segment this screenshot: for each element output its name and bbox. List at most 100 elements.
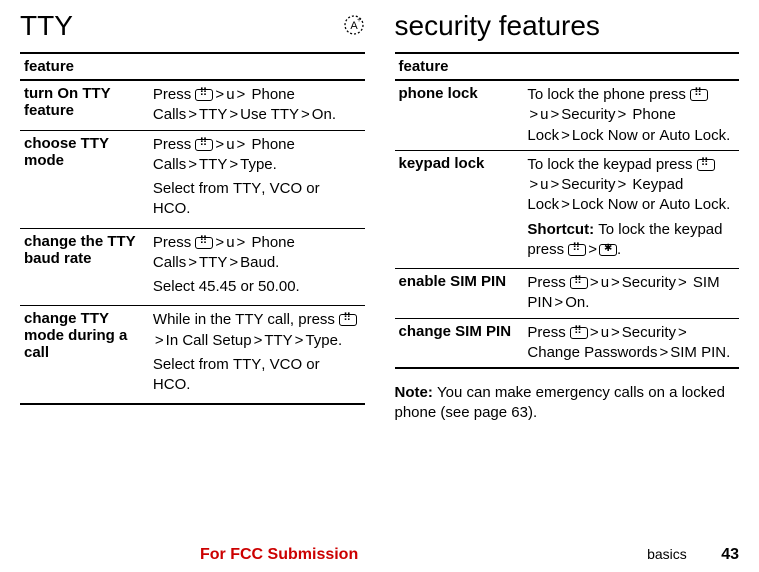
- security-heading: security features: [395, 10, 740, 42]
- menu-path: TTY: [264, 332, 292, 349]
- note-label: Note:: [395, 384, 438, 401]
- row-label: turn On TTY feature: [20, 80, 151, 130]
- row-label: change TTY mode during a call: [20, 306, 151, 405]
- menu-path: Security: [622, 274, 676, 291]
- menu-path: Change Passwords: [527, 344, 657, 361]
- page-number: 43: [721, 546, 739, 563]
- text: Press: [527, 274, 570, 291]
- chevron-right-icon: >: [186, 156, 199, 173]
- chevron-right-icon: >: [235, 234, 248, 251]
- chevron-right-icon: >: [609, 274, 622, 291]
- settings-u-icon: u: [540, 176, 548, 193]
- chevron-right-icon: >: [213, 136, 226, 153]
- chevron-right-icon: >: [186, 254, 199, 271]
- security-table: feature phone lock To lock the phone pre…: [395, 52, 740, 369]
- chevron-right-icon: >: [588, 274, 601, 291]
- chevron-right-icon: >: [588, 324, 601, 341]
- chevron-right-icon: >: [293, 332, 306, 349]
- row-label: keypad lock: [395, 150, 526, 268]
- tty-heading: TTY: [20, 10, 73, 42]
- chevron-right-icon: >: [559, 196, 572, 213]
- chevron-right-icon: >: [186, 106, 199, 123]
- chevron-right-icon: >: [527, 176, 540, 193]
- tty-table-header: feature: [20, 53, 365, 80]
- chevron-right-icon: >: [586, 241, 599, 258]
- chevron-right-icon: >: [676, 274, 689, 291]
- text: Press: [153, 234, 196, 251]
- chevron-right-icon: >: [657, 344, 670, 361]
- note-paragraph: Note: You can make emergency calls on a …: [395, 383, 740, 424]
- menu-path: Auto Lock: [659, 196, 726, 213]
- menu-path: On: [312, 106, 332, 123]
- menu-icon: [570, 277, 588, 289]
- table-row: enable SIM PIN Press >u>Security> SIM PI…: [395, 269, 740, 319]
- option: VCO: [270, 356, 303, 373]
- text: or: [638, 196, 660, 213]
- accessibility-icon: A +: [343, 14, 365, 41]
- text: or: [638, 127, 660, 144]
- table-row: choose TTY mode Press >u> Phone Calls>TT…: [20, 130, 365, 228]
- fcc-submission-text: For FCC Submission: [200, 546, 358, 564]
- svg-text:+: +: [356, 17, 360, 24]
- menu-path: Security: [561, 176, 615, 193]
- menu-path: In Call Setup: [166, 332, 252, 349]
- option: HCO: [153, 376, 186, 393]
- chevron-right-icon: >: [252, 332, 265, 349]
- chevron-right-icon: >: [235, 86, 248, 103]
- star-key-icon: [599, 244, 617, 256]
- chevron-right-icon: >: [549, 106, 562, 123]
- tty-table: feature turn On TTY feature Press >u> Ph…: [20, 52, 365, 405]
- settings-u-icon: u: [226, 234, 234, 251]
- menu-icon: [570, 327, 588, 339]
- note-text: You can make emergency calls on a locked…: [395, 384, 725, 421]
- row-desc: To lock the phone press >u>Security> Pho…: [525, 80, 739, 150]
- chevron-right-icon: >: [615, 176, 628, 193]
- chevron-right-icon: >: [235, 136, 248, 153]
- text: Press: [153, 136, 196, 153]
- text: To lock the keypad press: [527, 156, 696, 173]
- row-desc: To lock the keypad press >u>Security> Ke…: [525, 150, 739, 268]
- row-desc: Press >u>Security> SIM PIN>On.: [525, 269, 739, 319]
- table-row: change the TTY baud rate Press >u> Phone…: [20, 228, 365, 306]
- security-table-header: feature: [395, 53, 740, 80]
- menu-path: TTY: [199, 106, 227, 123]
- text: To lock the phone press: [527, 86, 690, 103]
- option: TTY: [233, 180, 261, 197]
- row-label: change SIM PIN: [395, 318, 526, 368]
- menu-path: TTY: [199, 254, 227, 271]
- page-footer: For FCC Submission basics 43: [0, 546, 759, 564]
- chevron-right-icon: >: [549, 176, 562, 193]
- menu-path: TTY: [199, 156, 227, 173]
- row-desc: Press >u> Phone Calls>TTY>Baud. Select 4…: [151, 228, 365, 306]
- row-label: enable SIM PIN: [395, 269, 526, 319]
- row-label: choose TTY mode: [20, 130, 151, 228]
- chevron-right-icon: >: [552, 294, 565, 311]
- row-desc: Press >u>Security> Change Passwords>SIM …: [525, 318, 739, 368]
- row-desc: Press >u> Phone Calls>TTY>Use TTY>On.: [151, 80, 365, 130]
- table-row: change TTY mode during a call While in t…: [20, 306, 365, 405]
- chevron-right-icon: >: [609, 324, 622, 341]
- menu-path: Lock Now: [572, 127, 638, 144]
- chevron-right-icon: >: [213, 86, 226, 103]
- menu-path: On: [565, 294, 585, 311]
- chevron-right-icon: >: [153, 332, 166, 349]
- table-row: phone lock To lock the phone press >u>Se…: [395, 80, 740, 150]
- menu-icon: [697, 159, 715, 171]
- chevron-right-icon: >: [227, 156, 240, 173]
- chevron-right-icon: >: [676, 324, 689, 341]
- menu-icon: [568, 244, 586, 256]
- chevron-right-icon: >: [213, 234, 226, 251]
- menu-path: Type: [305, 332, 338, 349]
- row-label: phone lock: [395, 80, 526, 150]
- menu-path: Security: [622, 324, 676, 341]
- menu-icon: [195, 89, 213, 101]
- text: Select from: [153, 180, 233, 197]
- settings-u-icon: u: [601, 274, 609, 291]
- chevron-right-icon: >: [227, 106, 240, 123]
- table-row: keypad lock To lock the keypad press >u>…: [395, 150, 740, 268]
- settings-u-icon: u: [226, 136, 234, 153]
- menu-path: Security: [561, 106, 615, 123]
- table-row: turn On TTY feature Press >u> Phone Call…: [20, 80, 365, 130]
- settings-u-icon: u: [540, 106, 548, 123]
- menu-path: Lock Now: [572, 196, 638, 213]
